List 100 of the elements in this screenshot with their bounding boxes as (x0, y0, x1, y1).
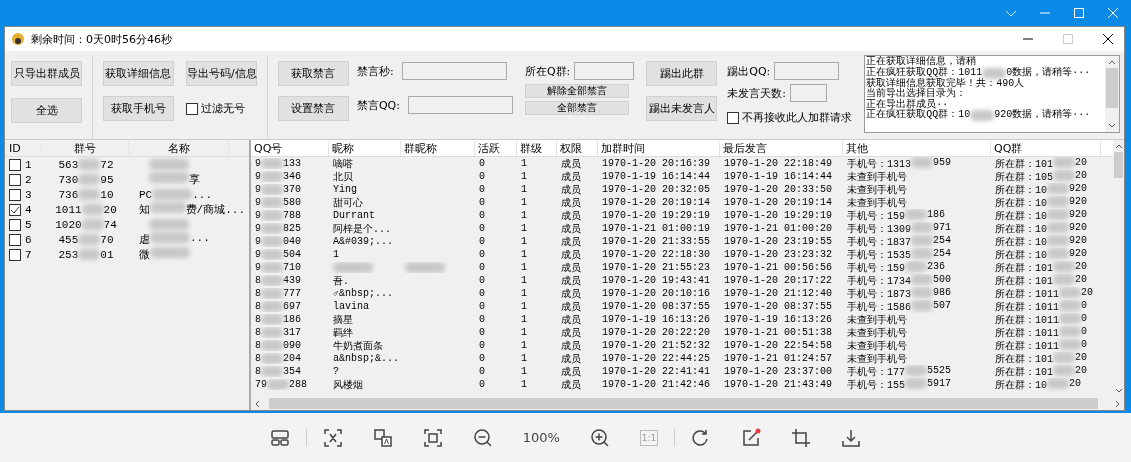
row-checkbox[interactable] (9, 248, 21, 261)
row-checkbox[interactable] (9, 188, 21, 201)
column-header[interactable]: 活跃 (475, 140, 517, 156)
export-members-button[interactable]: 只导出群成员 (11, 61, 82, 86)
scroll-down-icon[interactable] (1114, 387, 1123, 395)
table-cell: 730 (58, 173, 79, 186)
column-header[interactable]: ID (5, 141, 42, 155)
blur-patch (261, 327, 283, 338)
table-cell-text: 享 (189, 173, 200, 187)
maximize-icon[interactable] (1073, 7, 1085, 19)
column-header[interactable]: QQ群 (991, 140, 1101, 156)
table-cell-text: 所在群：10 (995, 222, 1047, 236)
kick-qq-field[interactable] (774, 62, 840, 80)
layout-icon[interactable] (269, 427, 290, 448)
table-cell-text: 吾. (333, 274, 349, 288)
kick-silent-button[interactable]: 踢出未发言人 (646, 96, 718, 121)
zoom-out-icon[interactable] (472, 427, 493, 448)
scrollbar[interactable] (1105, 56, 1119, 132)
table-cell: 354 (283, 366, 302, 377)
table-cell: 439 (283, 275, 302, 286)
table-cell: 1970-1-20 20:19:14 (724, 197, 833, 208)
reject-checkbox[interactable]: 不再接收此人加群请求 (727, 105, 853, 130)
scroll-up-icon[interactable] (1108, 58, 1116, 66)
unmute-all-button[interactable]: 解除全部禁言 (524, 84, 629, 98)
scroll-thumb[interactable] (1106, 68, 1118, 108)
table-cell: 1970-1-19 16:13:26 (724, 314, 833, 325)
fit-screen-icon[interactable] (422, 427, 443, 448)
column-header[interactable]: 群级 (517, 140, 557, 156)
column-header[interactable]: 权限 (557, 140, 598, 156)
get-phones-button[interactable]: 获取手机号 (102, 96, 174, 121)
table-cell: 0 (479, 158, 485, 169)
table-cell: 2 (25, 173, 32, 186)
filter-checkbox[interactable]: 过滤无号 (185, 96, 257, 121)
column-header[interactable]: QQ号 (251, 140, 329, 156)
table-cell-text: 牛奶煮面条 (333, 339, 383, 353)
table-cell-text: 所在群：10 (995, 378, 1047, 392)
blur-patch (905, 208, 927, 220)
table-cell-text: 所在群：1011 (995, 287, 1059, 301)
column-header[interactable]: 群号 (42, 140, 129, 156)
blur-patch (1053, 273, 1075, 285)
table-cell-text: 手机号：1837 (847, 235, 911, 249)
table-cell: 9 (255, 223, 261, 234)
table-cell: 1970-1-20 21:55:23 (602, 262, 711, 273)
blur-patch (267, 379, 289, 390)
select-all-button[interactable]: 全选 (11, 98, 82, 123)
table-cell: 1 (521, 353, 527, 364)
column-header[interactable]: 最后发言 (720, 140, 843, 156)
table-cell-text: 20 (1069, 377, 1082, 391)
column-header[interactable]: 昵称 (329, 140, 401, 156)
table-cell-text: 手机号：177 (847, 365, 905, 379)
blur-patch (1053, 364, 1075, 376)
kick-group-button[interactable]: 踢出此群 (646, 61, 718, 86)
zoom-in-icon[interactable] (589, 427, 610, 448)
blur-patch (78, 233, 101, 245)
scroll-thumb[interactable] (269, 398, 1098, 409)
table-cell: 9 (255, 171, 261, 182)
scroll-up-icon[interactable] (1114, 142, 1123, 150)
table-cell: 70 (100, 233, 114, 246)
mute-seconds-field[interactable] (401, 62, 507, 80)
table-cell-text: 0 (1081, 312, 1088, 326)
get-details-button[interactable]: 获取详细信息 (102, 61, 174, 86)
silent-days-field[interactable] (790, 84, 827, 102)
window-title: 剩余时间：0天0时56分46秒 (31, 31, 172, 47)
blur-patch (1053, 169, 1075, 181)
set-mute-button[interactable]: 设置禁言 (277, 96, 349, 121)
column-header[interactable]: 加群时间 (598, 140, 720, 156)
download-icon[interactable] (841, 427, 862, 448)
column-header[interactable]: 群昵称 (401, 140, 475, 156)
row-checkbox[interactable] (9, 158, 21, 171)
app-icon (11, 32, 25, 46)
table-cell: 1 (521, 301, 527, 312)
table-cell-text: 507 (933, 299, 952, 313)
mute-all-button[interactable]: 全部禁言 (524, 101, 629, 115)
translate-icon[interactable] (372, 427, 393, 448)
table-cell: lavina (333, 301, 369, 312)
mute-qq-field[interactable] (407, 96, 513, 114)
export-info-button[interactable]: 导出号码/信息 (185, 61, 257, 86)
row-checkbox[interactable] (9, 218, 21, 231)
scroll-right-icon[interactable] (1114, 399, 1122, 408)
scroll-down-icon[interactable] (1108, 122, 1116, 130)
scroll-thumb[interactable] (1114, 152, 1123, 178)
row-checkbox[interactable] (9, 233, 21, 246)
table-cell: 346 (283, 171, 302, 182)
crop-icon[interactable] (791, 427, 812, 448)
table-cell: 133 (283, 158, 302, 169)
group-field[interactable] (574, 62, 635, 80)
table-cell-text: 北贝 (333, 170, 353, 184)
get-mute-button[interactable]: 获取禁言 (277, 61, 349, 86)
column-header[interactable]: 其他 (843, 140, 991, 156)
scroll-left-icon[interactable] (253, 399, 261, 408)
table-cell: 1 (521, 366, 527, 377)
table-cell: 1970-1-20 19:29:19 (602, 210, 711, 221)
close-icon[interactable] (1102, 33, 1114, 45)
table-cell: 1970-1-21 01:00:20 (724, 223, 833, 234)
blur-patch (1047, 195, 1069, 207)
edit-icon[interactable] (741, 427, 762, 448)
column-header[interactable]: 名称 (129, 140, 229, 156)
row-checkbox[interactable] (9, 173, 21, 186)
row-checkbox[interactable] (9, 203, 21, 216)
text-scan-icon[interactable] (322, 427, 343, 448)
